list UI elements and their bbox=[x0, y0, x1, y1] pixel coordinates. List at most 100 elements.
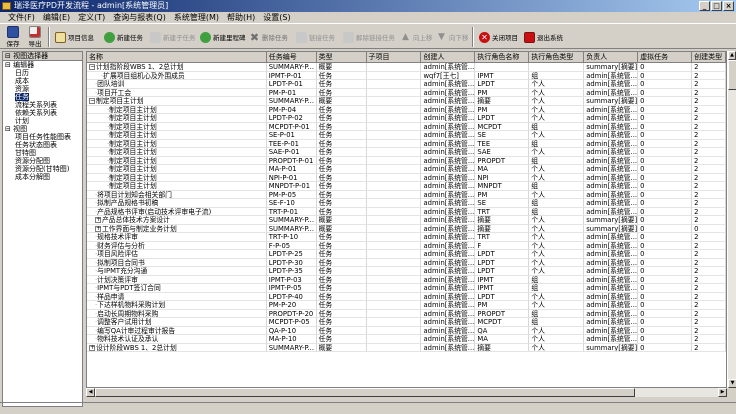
column-header[interactable]: 名称 bbox=[87, 52, 267, 63]
table-row[interactable]: ·制定项目主计划 MA-P-01 任务 admin[系统管... MA 个人 admin[系… bbox=[87, 165, 726, 174]
table-row[interactable]: ·物料技术认证及承认 MA-P-10 任务 admin[系统管... MA 个人 admin… bbox=[87, 335, 726, 344]
cell-text: 制定项目主计划 bbox=[109, 165, 157, 173]
collapse-icon[interactable]: ⊟ bbox=[5, 52, 13, 60]
menu-system-admin[interactable]: 系统管理(M) bbox=[170, 12, 223, 23]
view-tree-item[interactable]: 任务状态图表 bbox=[3, 141, 82, 149]
table-row[interactable]: ·制定项目主计划 MCPDT-P-01 任务 admin[系统管... MCPDT 组 ad… bbox=[87, 122, 726, 131]
tree-expander-icon[interactable]: ⊟ bbox=[5, 125, 13, 133]
link-tasks-button[interactable]: 链接任务 bbox=[296, 30, 335, 44]
close-project-button[interactable]: ✕ 关闭项目 bbox=[479, 30, 518, 44]
column-header[interactable]: 任务编号 bbox=[266, 52, 317, 63]
table-row[interactable]: ·与IPMT充分沟通 LPDT-P-35 任务 admin[系统管... LPDT 个人 a… bbox=[87, 267, 726, 276]
table-row[interactable]: ·制定项目主计划 SAE-P-01 任务 admin[系统管... SAE 个人 admin… bbox=[87, 148, 726, 157]
table-row[interactable]: ·规格技术评审 TRT-P-10 任务 admin[系统管... TRT 个人 admin[… bbox=[87, 233, 726, 242]
menu-define[interactable]: 定义(T) bbox=[74, 12, 109, 23]
table-row[interactable]: ·样品申请 LPDT-P-40 任务 admin[系统管... LPDT 个人 admin[… bbox=[87, 292, 726, 301]
expand-icon[interactable]: + bbox=[95, 225, 101, 232]
column-header[interactable]: 执行角色名称 bbox=[475, 52, 530, 63]
menu-help[interactable]: 帮助(H) bbox=[223, 12, 259, 23]
table-row[interactable]: ·制定项目主计划 PM-P-04 任务 admin[系统管... PM 个人 admin[系… bbox=[87, 105, 726, 114]
table-row[interactable]: ·制定项目主计划 TEE-P-01 任务 admin[系统管... TEE 组 admin[… bbox=[87, 139, 726, 148]
table-row[interactable]: ·调整客户试用计划 MCPDT-P-05 任务 admin[系统管... MCPDT 组 a… bbox=[87, 318, 726, 327]
scroll-left-icon[interactable]: ◀ bbox=[86, 388, 95, 397]
table-row[interactable]: ·计划决策评审 IPMT-P-03 任务 admin[系统管... IPMT 组 admin… bbox=[87, 275, 726, 284]
column-header[interactable]: 执行角色类型 bbox=[529, 52, 585, 63]
view-tree-item[interactable]: 甘特图 bbox=[3, 149, 82, 157]
view-tree-item[interactable]: 资源分配(甘特图) bbox=[3, 165, 82, 173]
save-button[interactable]: 保存 bbox=[3, 25, 23, 49]
column-header[interactable]: 创建人 bbox=[421, 52, 476, 63]
view-tree-item[interactable]: ⊟ 编辑器 bbox=[3, 61, 82, 69]
scroll-down-icon[interactable]: ▼ bbox=[728, 379, 736, 388]
view-tree-item[interactable]: 资源 bbox=[3, 85, 82, 93]
table-row[interactable]: −制定项目主计划 SUMMARY-P... 概要 admin[系统管... 摘要 个人 su… bbox=[87, 97, 726, 106]
view-tree-item[interactable]: 资源分配图 bbox=[3, 157, 82, 165]
table-row[interactable]: ·产品规格书评审(启动技术评审电子流) TRT-P-01 任务 admin[系统管..… bbox=[87, 207, 726, 216]
collapse-icon[interactable]: − bbox=[89, 98, 95, 104]
column-header[interactable]: 创建类型 bbox=[692, 52, 726, 63]
new-subtask-button[interactable]: 新建子任务 bbox=[150, 30, 196, 44]
new-task-button[interactable]: 新建任务 bbox=[104, 30, 143, 44]
view-tree-item[interactable]: 项目任务性能图表 bbox=[3, 133, 82, 141]
move-up-button[interactable]: ▲ 向上移 bbox=[400, 30, 432, 44]
menu-settings[interactable]: 设置(S) bbox=[259, 12, 294, 23]
view-tree-item[interactable]: 计划 bbox=[3, 117, 82, 125]
table-row[interactable]: ·项目开工会 PM-P-01 任务 admin[系统管... PM 个人 admin[系统管… bbox=[87, 88, 726, 97]
table-row[interactable]: ·扩展项目组机心及外围成员 IPMT-P-01 任务 wqf7[王七] IPMT 组 adm… bbox=[87, 71, 726, 80]
table-row[interactable]: ·制定项目主计划 LPDT-P-02 任务 admin[系统管... LPDT 个人 adm… bbox=[87, 114, 726, 123]
horizontal-scrollbar[interactable]: ◀ ▶ bbox=[86, 388, 727, 397]
table-row[interactable]: ·启动长周期物料采购 PROPDT-P-20 任务 admin[系统管... PROPD… bbox=[87, 309, 726, 318]
expand-icon[interactable]: + bbox=[89, 344, 95, 351]
horizontal-scroll-thumb[interactable] bbox=[95, 388, 635, 397]
column-header[interactable]: 子项目 bbox=[366, 52, 422, 63]
view-tree-item[interactable]: 任务 bbox=[3, 93, 82, 101]
column-header[interactable]: 类型 bbox=[316, 52, 367, 63]
table-row[interactable]: ·拟制产品规格书初稿 SE-F-10 任务 admin[系统管... SE 组 admin[… bbox=[87, 199, 726, 208]
column-header[interactable]: 虚拟任务 bbox=[638, 52, 693, 63]
view-tree-item[interactable]: ⊟ 视图 bbox=[3, 125, 82, 133]
exit-system-button[interactable]: 退出系统 bbox=[524, 30, 563, 44]
new-milestone-button[interactable]: 新建里程碑 bbox=[200, 30, 246, 44]
table-row[interactable]: ·IPMT与PDT签订合同 IPMT-P-05 任务 admin[系统管... IPMT… bbox=[87, 284, 726, 293]
table-row[interactable]: +工作界面与制定业务计划 SUMMARY-P... 概要 admin[系统管... 摘要… bbox=[87, 224, 726, 233]
menu-edit[interactable]: 编辑(E) bbox=[39, 12, 74, 23]
expand-icon[interactable]: + bbox=[95, 217, 101, 223]
move-down-button[interactable]: ▼ 向下移 bbox=[436, 30, 468, 44]
project-info-button[interactable]: 项目信息 bbox=[55, 30, 94, 44]
table-row[interactable]: ·制定项目主计划 NPI-P-01 任务 admin[系统管... NPI 个人 admin… bbox=[87, 173, 726, 182]
menu-query-report[interactable]: 查询与报表(Q) bbox=[109, 12, 170, 23]
table-row[interactable]: ·将项目计划知会相关部门 PM-P-05 任务 admin[系统管... PM 个人 adm… bbox=[87, 190, 726, 199]
table-row[interactable]: ·团队培训 LPDT-P-01 任务 admin[系统管... LPDT 个人 admin[… bbox=[87, 80, 726, 89]
table-row[interactable]: ·制定项目主计划 PROPDT-P-01 任务 admin[系统管... PROPDT 组… bbox=[87, 156, 726, 165]
menu-file[interactable]: 文件(F) bbox=[4, 12, 39, 23]
table-row[interactable]: +产品总体技术方案设计 SUMMARY-P... 概要 admin[系统管... 摘要个… bbox=[87, 216, 726, 225]
view-tree-item[interactable]: 依赖关系列表 bbox=[3, 109, 82, 117]
maximize-button[interactable]: □ bbox=[711, 1, 722, 11]
column-header[interactable]: 负责人 bbox=[584, 52, 639, 63]
table-row[interactable]: +设计阶段WBS 1、2总计划 SUMMARY-P... 概要 admin[系统管..… bbox=[87, 343, 726, 352]
cell-text: IPMT-P-01 bbox=[268, 71, 302, 80]
vertical-scrollbar[interactable]: ▲ ▼ bbox=[727, 51, 736, 388]
minimize-button[interactable]: _ bbox=[699, 1, 710, 11]
table-row[interactable]: ·下达样机物料采购计划 PM-P-20 任务 admin[系统管... PM 个人 admi… bbox=[87, 301, 726, 310]
scroll-up-icon[interactable]: ▲ bbox=[728, 51, 736, 60]
export-button[interactable]: 导出 bbox=[25, 25, 45, 49]
close-window-button[interactable]: × bbox=[723, 1, 734, 11]
table-row[interactable]: ·编写QA计审过程审计报告 QA-P-10 任务 admin[系统管... QA 个人 ad… bbox=[87, 326, 726, 335]
collapse-icon[interactable]: − bbox=[89, 64, 95, 70]
view-tree-item[interactable]: 成本分解图 bbox=[3, 173, 82, 181]
table-row[interactable]: ·制定项目主计划 MNPDT-P-01 任务 admin[系统管... MNPDT 组 ad… bbox=[87, 182, 726, 191]
vertical-scroll-thumb[interactable] bbox=[728, 60, 736, 90]
view-tree-item[interactable]: 成本 bbox=[3, 77, 82, 85]
table-row[interactable]: ·财务评估与分析 F-P-05 任务 admin[系统管... F 个人 admin[系统管… bbox=[87, 241, 726, 250]
delete-task-button[interactable]: ✖ 删除任务 bbox=[249, 30, 288, 44]
tree-expander-icon[interactable]: ⊟ bbox=[5, 61, 13, 69]
view-tree-item[interactable]: 流程关系列表 bbox=[3, 101, 82, 109]
table-row[interactable]: ·拟制项目合同书 LPDT-P-30 任务 admin[系统管... LPDT 个人 adm… bbox=[87, 258, 726, 267]
unlink-tasks-button[interactable]: 解除链接任务 bbox=[343, 30, 395, 44]
table-row[interactable]: ·制定项目主计划 SE-P-01 任务 admin[系统管... SE 个人 admin[系… bbox=[87, 131, 726, 140]
table-row[interactable]: −计划指阶段WBS 1、2总计划 SUMMARY-P... 概要 admin[系统管.… bbox=[87, 63, 726, 72]
scroll-right-icon[interactable]: ▶ bbox=[718, 388, 727, 397]
table-row[interactable]: ·项目风险评估 LPDT-P-25 任务 admin[系统管... LPDT 个人 admi… bbox=[87, 250, 726, 259]
view-tree-item[interactable]: 日历 bbox=[3, 69, 82, 77]
